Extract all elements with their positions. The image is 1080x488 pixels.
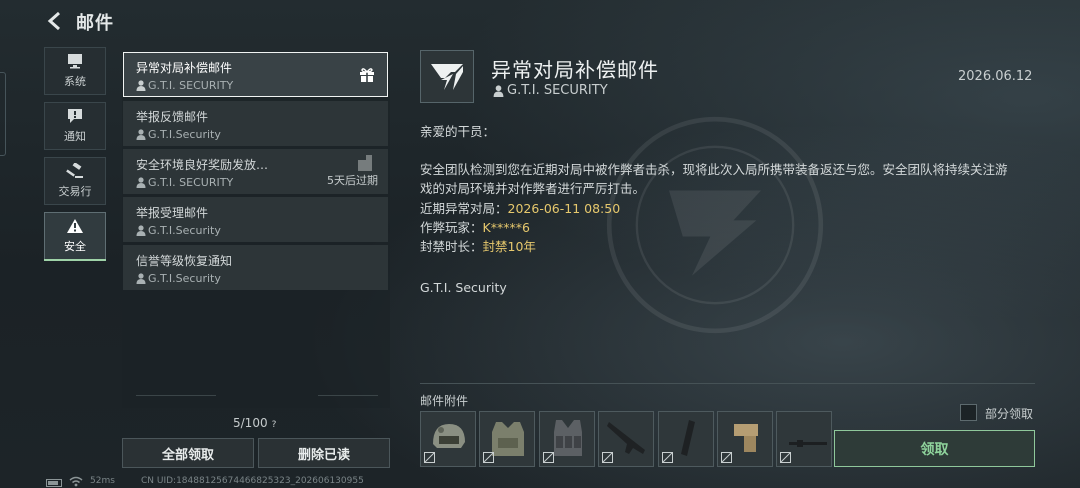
category-security[interactable]: 安全	[44, 212, 106, 261]
mail-count: 5/100?	[233, 416, 277, 430]
mail-title: 举报受理邮件	[136, 206, 209, 220]
partial-claim-label: 部分领取	[985, 407, 1034, 421]
mail-sender: G.T.I.Security	[136, 272, 388, 285]
mail-title: 安全环境良好奖励发放…	[136, 158, 269, 172]
person-icon	[136, 80, 146, 91]
category-trade[interactable]: 交易行	[44, 157, 106, 205]
mail-paragraph: 安全团队检测到您在近期对局中被作弊者击杀，现将此次入局所携带装备返还与您。安全团…	[420, 162, 1008, 177]
monitor-icon	[68, 54, 82, 69]
attachment-slot[interactable]	[717, 411, 773, 467]
attachment-slot[interactable]	[420, 411, 476, 467]
sender-logo	[420, 50, 474, 103]
mail-sender: G.T.I.Security	[136, 224, 388, 237]
category-label: 安全	[64, 240, 86, 253]
wifi-icon	[69, 476, 83, 487]
help-icon[interactable]: ?	[272, 420, 277, 430]
divider	[420, 383, 1035, 384]
mail-paragraph-cont: 戏的对局环境并对作弊者进行严厉打击。	[420, 181, 646, 196]
mail-sender: G.T.I. SECURITY	[136, 79, 387, 92]
cheater-line: 作弊玩家：K*****6	[420, 220, 530, 235]
bound-tag-icon	[483, 452, 494, 463]
mail-title: 信誉等级恢复通知	[136, 254, 233, 268]
uid-readout: CN UID:18488125674466825323_202606130955	[141, 476, 364, 486]
list-decoration	[318, 395, 378, 401]
mail-item[interactable]: 举报受理邮件 G.T.I.Security	[123, 197, 388, 242]
battery-icon	[46, 479, 62, 487]
list-decoration	[136, 395, 216, 401]
mail-signature: G.T.I. Security	[420, 280, 507, 295]
person-icon	[136, 273, 146, 284]
claim-button[interactable]: 领取	[834, 430, 1035, 467]
gift-icon	[360, 68, 374, 82]
side-drawer-handle[interactable]	[0, 72, 6, 156]
claim-all-button[interactable]: 全部领取	[122, 438, 254, 468]
warning-icon	[67, 219, 83, 233]
mail-detail-title: 异常对局补偿邮件	[491, 58, 659, 82]
alert-bubble-icon	[68, 109, 82, 123]
mail-title: 异常对局补偿邮件	[136, 61, 233, 75]
attachment-slot[interactable]	[776, 411, 832, 467]
category-label: 系统	[64, 75, 86, 88]
person-icon	[136, 129, 146, 140]
mail-item[interactable]: 举报反馈邮件 G.T.I.Security	[123, 101, 388, 146]
attachment-slot[interactable]	[539, 411, 595, 467]
background-emblem	[606, 116, 824, 334]
mail-title: 举报反馈邮件	[136, 110, 209, 124]
mail-item[interactable]: 信誉等级恢复通知 G.T.I.Security	[123, 245, 388, 290]
gti-logo-icon	[431, 63, 463, 90]
ban-line: 封禁时长：封禁10年	[420, 239, 536, 254]
mail-date: 2026.06.12	[958, 69, 1033, 84]
category-label: 交易行	[58, 185, 92, 198]
attachment-slot[interactable]	[598, 411, 654, 467]
ping-readout: 52ms	[90, 476, 115, 486]
mail-item[interactable]: 安全环境良好奖励发放… G.T.I. SECURITY 5天后过期	[123, 149, 388, 194]
person-icon	[136, 177, 146, 188]
attachment-slot[interactable]	[479, 411, 535, 467]
bound-tag-icon	[780, 452, 791, 463]
page-title: 邮件	[76, 13, 114, 34]
bound-tag-icon	[602, 452, 613, 463]
mail-sender: G.T.I.Security	[136, 128, 388, 141]
delete-read-button[interactable]: 删除已读	[258, 438, 390, 468]
recent-match-line: 近期异常对局：2026-06-11 08:50	[420, 201, 621, 216]
mail-detail-sender: G.T.I. SECURITY	[493, 83, 608, 98]
mail-greeting: 亲爱的干员：	[420, 124, 496, 139]
partial-claim-checkbox[interactable]	[960, 404, 977, 421]
bound-tag-icon	[721, 452, 732, 463]
person-icon	[136, 225, 146, 236]
bound-tag-icon	[543, 452, 554, 463]
person-icon	[493, 84, 504, 97]
gavel-icon	[66, 163, 83, 178]
crate-icon	[358, 155, 372, 171]
attachments-label: 邮件附件	[420, 394, 469, 408]
category-notice[interactable]: 通知	[44, 102, 106, 150]
bound-tag-icon	[662, 452, 673, 463]
back-arrow-icon[interactable]	[44, 10, 66, 32]
attachment-slot[interactable]	[658, 411, 714, 467]
expire-label: 5天后过期	[327, 174, 378, 187]
category-label: 通知	[64, 130, 86, 143]
category-system[interactable]: 系统	[44, 47, 106, 95]
bound-tag-icon	[424, 452, 435, 463]
mail-item[interactable]: 异常对局补偿邮件 G.T.I. SECURITY	[123, 52, 388, 97]
